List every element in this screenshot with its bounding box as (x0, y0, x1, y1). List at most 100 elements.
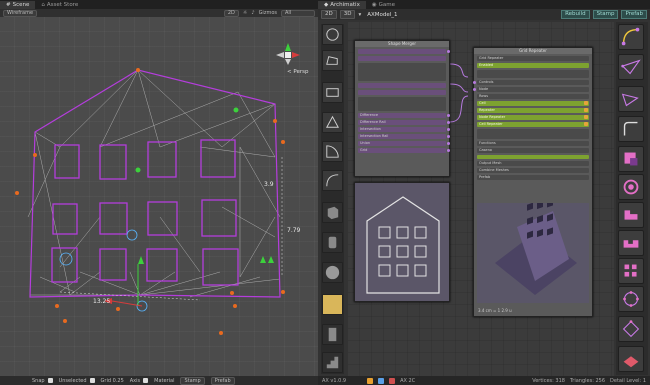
sphere-mesh-tool[interactable] (322, 262, 343, 283)
freeform-shape-tool[interactable] (322, 50, 343, 71)
shape-merger-node[interactable]: Shape Merger Difference Difference Rail … (354, 40, 450, 177)
tab-archimatix[interactable]: ◆ Archimatix (318, 1, 366, 9)
scene-search-input[interactable]: All (281, 9, 315, 17)
edit-icon[interactable] (584, 122, 588, 126)
corner-tool[interactable] (618, 116, 644, 142)
edit-icon[interactable] (584, 115, 588, 119)
sand-material-tool[interactable] (322, 294, 343, 315)
port[interactable] (447, 128, 450, 131)
edit-icon[interactable] (584, 108, 588, 112)
merger-grid[interactable]: Grid (358, 148, 450, 153)
port[interactable] (473, 88, 476, 91)
line-repeater-tool[interactable] (618, 54, 644, 80)
repeater-cell-repeater[interactable]: Cell Repeater (477, 122, 589, 127)
building-outline[interactable] (29, 69, 281, 298)
unselected-checkbox[interactable] (89, 377, 95, 383)
prefab-button-scene[interactable]: Prefab (210, 376, 235, 385)
path-repeater-tool[interactable] (618, 24, 644, 50)
column-mesh-tool[interactable] (322, 324, 343, 345)
light-icon[interactable]: ☼ (243, 10, 247, 16)
stairs-mesh-tool[interactable] (322, 352, 343, 373)
model-dropdown-icon[interactable]: ▾ (358, 12, 361, 18)
merger-row-1[interactable] (358, 49, 450, 54)
graph-icon[interactable] (378, 377, 385, 384)
mode-2d-button[interactable]: 2D (321, 10, 337, 19)
orientation-gizmo[interactable] (276, 43, 300, 65)
repeater-controls[interactable]: Controls (473, 80, 589, 85)
polygon-repeater-tool[interactable] (618, 316, 644, 342)
gizmos-dropdown[interactable]: Gizmos (259, 10, 277, 16)
rebuild-button[interactable]: Rebuild (561, 10, 590, 19)
axis-toggle[interactable]: Axis (130, 377, 149, 384)
persp-label[interactable]: < Persp (287, 69, 308, 75)
repeater-cell[interactable]: Cell (477, 101, 589, 106)
tab-asset-store[interactable]: ⌂ Asset Store (35, 1, 84, 9)
mode-3d-button[interactable]: 3D (339, 10, 356, 19)
2d-toggle[interactable]: 2D (223, 9, 239, 17)
merger-difference-rail[interactable]: Difference Rail (358, 120, 450, 125)
repeater-rows[interactable]: Rows (477, 94, 589, 99)
merger-row-4[interactable] (358, 90, 446, 95)
repeater-repeater[interactable]: Repeater (477, 108, 589, 113)
merger-difference[interactable]: Difference (358, 113, 450, 118)
merger-row-2[interactable] (358, 56, 446, 61)
merger-row-3[interactable] (358, 83, 446, 88)
repeater-functions[interactable]: Functions (477, 141, 589, 146)
detail-level[interactable]: Detail Level: 1 (610, 378, 646, 384)
port[interactable] (473, 81, 476, 84)
edit-icon[interactable] (584, 101, 588, 105)
node-graph-canvas[interactable]: Shape Merger Difference Difference Rail … (348, 22, 614, 376)
circle-shape-tool[interactable] (322, 24, 343, 45)
window-grid[interactable] (51, 139, 239, 286)
port[interactable] (447, 114, 450, 117)
shape-preview-thumbnail[interactable] (354, 182, 450, 302)
port[interactable] (447, 149, 450, 152)
stamp-button-scene[interactable]: Stamp (180, 376, 205, 385)
tab-game[interactable]: ◉ Game (366, 1, 401, 9)
prefab-button[interactable]: Prefab (621, 10, 647, 19)
scene-viewport[interactable]: < Persp 3.9 7.79 13.25 (0, 17, 318, 376)
spiral-tool[interactable] (618, 174, 644, 200)
box-mesh-tool[interactable] (322, 202, 343, 223)
stair-tool[interactable] (618, 230, 644, 256)
arc-shape-tool[interactable] (322, 141, 343, 162)
grid-tool[interactable] (618, 258, 644, 284)
port[interactable] (447, 50, 450, 53)
floor-tool[interactable] (618, 346, 644, 372)
rectangle-shape-tool[interactable] (322, 82, 343, 103)
unselected-toggle[interactable]: Unselected (59, 377, 95, 384)
repeater-caseno[interactable]: Caseno (477, 148, 589, 153)
triangle-shape-tool[interactable] (322, 112, 343, 133)
radial-repeater-tool[interactable] (618, 286, 644, 312)
port[interactable] (447, 142, 450, 145)
shading-mode-dropdown[interactable]: Wireframe (3, 9, 38, 17)
repeater-prefab[interactable]: Prefab (477, 175, 589, 180)
merger-intersection[interactable]: Intersection (358, 127, 450, 132)
snap-checkbox[interactable] (47, 377, 53, 383)
model-name[interactable]: AXModel_1 (367, 12, 397, 18)
building-wireframe[interactable] (0, 17, 318, 376)
cylinder-mesh-tool[interactable] (322, 232, 343, 253)
repeater-name-field[interactable]: Grid Repeater (477, 56, 589, 61)
axis-checkbox[interactable] (143, 377, 149, 383)
grid-value[interactable]: 0.25 (113, 378, 124, 384)
audio-icon[interactable]: ♪ (251, 10, 254, 16)
port[interactable] (447, 121, 450, 124)
linear-repeater-tool[interactable] (618, 86, 644, 112)
stamp-button[interactable]: Stamp (592, 10, 619, 19)
close-icon[interactable] (389, 377, 396, 384)
grid-repeater-node[interactable]: Grid Repeater Grid Repeater Enabled Cont… (473, 47, 593, 317)
material-toggle[interactable]: Material (154, 378, 174, 384)
port[interactable] (447, 135, 450, 138)
snap-toggle[interactable]: Snap (32, 377, 53, 384)
merger-union[interactable]: Union (358, 141, 450, 146)
grid-setting[interactable]: Grid 0.25 (101, 378, 124, 384)
detail-value[interactable]: 1 (643, 378, 646, 384)
curve-shape-tool[interactable] (322, 170, 343, 191)
step-tool[interactable] (618, 202, 644, 228)
merger-intersection-rail[interactable]: Intersection Rail (358, 134, 450, 139)
repeater-node-repeater[interactable]: Node Repeater (477, 115, 589, 120)
stats-icon[interactable] (367, 377, 374, 384)
repeater-combine-meshes[interactable]: Combine Meshes (477, 168, 589, 173)
mesh-preview-thumbnail[interactable] (477, 199, 589, 303)
